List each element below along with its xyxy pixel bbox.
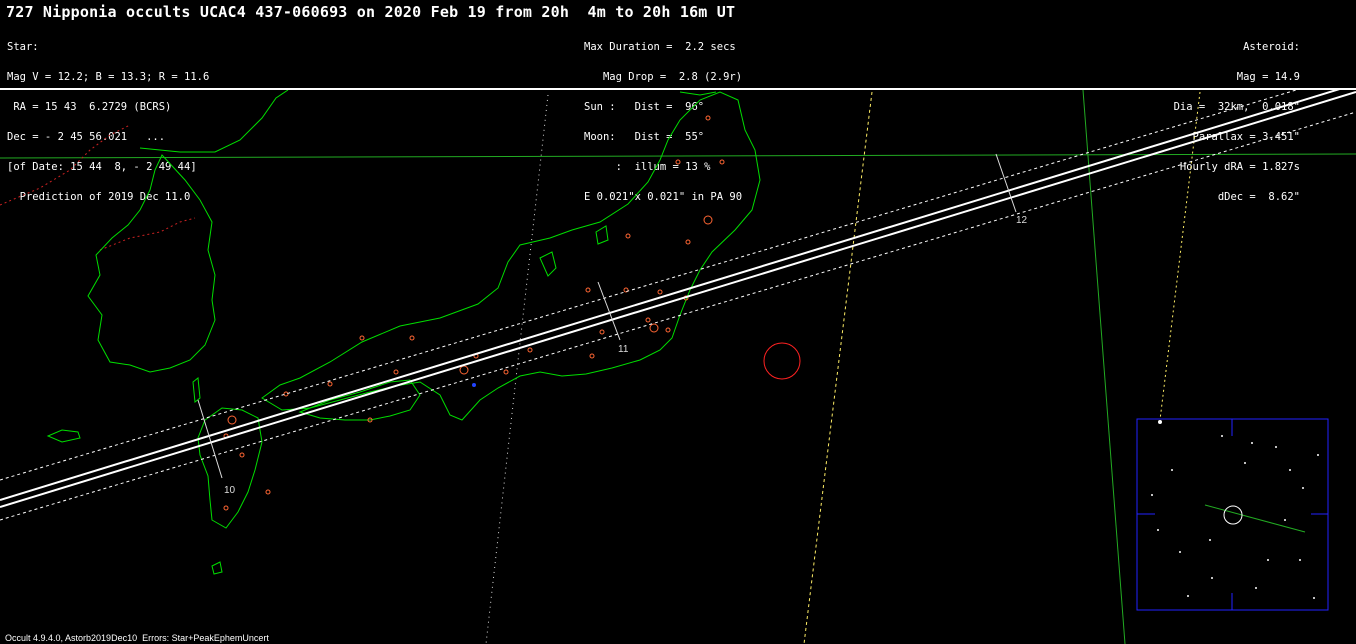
city-marker (625, 233, 631, 239)
city-marker (585, 287, 591, 293)
field-star (1221, 435, 1223, 437)
city-marker (675, 159, 681, 165)
time-label-11: 11 (618, 344, 629, 355)
twilight-limit-line-2 (803, 91, 873, 644)
field-star (1299, 559, 1301, 561)
city-marker (265, 489, 271, 495)
time-label-12: 12 (1016, 215, 1028, 226)
coastline-tanegashima (211, 561, 223, 575)
coastline-hokkaido (679, 91, 717, 96)
field-star (1284, 519, 1286, 521)
city-marker (393, 369, 399, 375)
field-star (1267, 559, 1269, 561)
coastline-shikoku (298, 379, 421, 421)
city-marker (657, 289, 663, 295)
field-star (1313, 597, 1315, 599)
field-star (1275, 446, 1277, 448)
occultation-map: 10 11 12 (0, 90, 1356, 644)
field-star (1209, 539, 1211, 541)
field-star (1158, 420, 1162, 424)
field-star (1179, 551, 1181, 553)
city-marker (705, 115, 711, 121)
field-star (1255, 587, 1257, 589)
field-star (1151, 494, 1153, 496)
time-label-10: 10 (224, 485, 236, 496)
coastline-honshu (261, 91, 761, 421)
target-circle (763, 342, 801, 380)
dmz-border (99, 217, 196, 251)
coastline-noto (539, 251, 557, 277)
coastline-izu (595, 225, 609, 245)
city-marker (227, 415, 237, 425)
city-marker (359, 335, 365, 341)
field-star (1289, 469, 1291, 471)
city-marker (239, 452, 245, 458)
city-marker (223, 505, 229, 511)
field-star (1187, 595, 1189, 597)
twilight-limit-line-1 (485, 94, 549, 644)
city-marker (719, 159, 725, 165)
city-marker (685, 239, 691, 245)
city-marker (703, 215, 713, 225)
coastline-kyushu (197, 407, 263, 529)
star-finder-chart (1136, 418, 1329, 611)
city-marker (599, 329, 605, 335)
coastline-jeju (46, 429, 81, 443)
city-marker (283, 391, 289, 397)
city-marker (409, 335, 415, 341)
national-border (0, 124, 131, 206)
field-star (1317, 454, 1319, 456)
field-star (1244, 462, 1246, 464)
field-star (1251, 442, 1253, 444)
coastline-korea (87, 154, 216, 373)
city-marker (327, 381, 333, 387)
city-marker (645, 317, 651, 323)
software-footer: Occult 4.9.4.0, Astorb2019Dec10 Errors: … (5, 633, 269, 643)
sub-asteroid-point (472, 383, 476, 387)
city-marker (503, 369, 509, 375)
coastline-tsushima (192, 377, 201, 403)
city-marker (665, 327, 671, 333)
city-marker (589, 353, 595, 359)
field-star (1302, 487, 1304, 489)
city-marker (527, 347, 533, 353)
field-star (1171, 469, 1173, 471)
field-star (1211, 577, 1213, 579)
city-marker (649, 323, 659, 333)
time-tick-12 (995, 153, 1017, 213)
field-star (1157, 529, 1159, 531)
coastline-mainland (139, 90, 289, 153)
city-marker (459, 365, 469, 375)
